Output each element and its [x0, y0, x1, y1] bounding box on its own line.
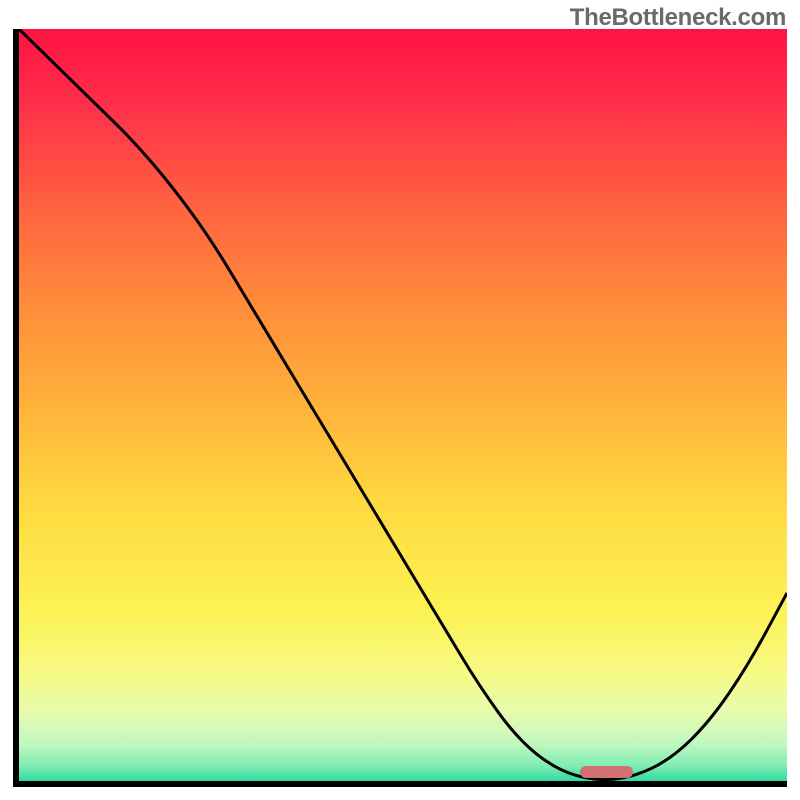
chart-frame: TheBottleneck.com — [0, 0, 800, 800]
plot-area — [13, 29, 787, 787]
optimum-marker — [580, 766, 634, 778]
bottleneck-curve — [19, 29, 787, 781]
watermark-text: TheBottleneck.com — [570, 4, 786, 32]
